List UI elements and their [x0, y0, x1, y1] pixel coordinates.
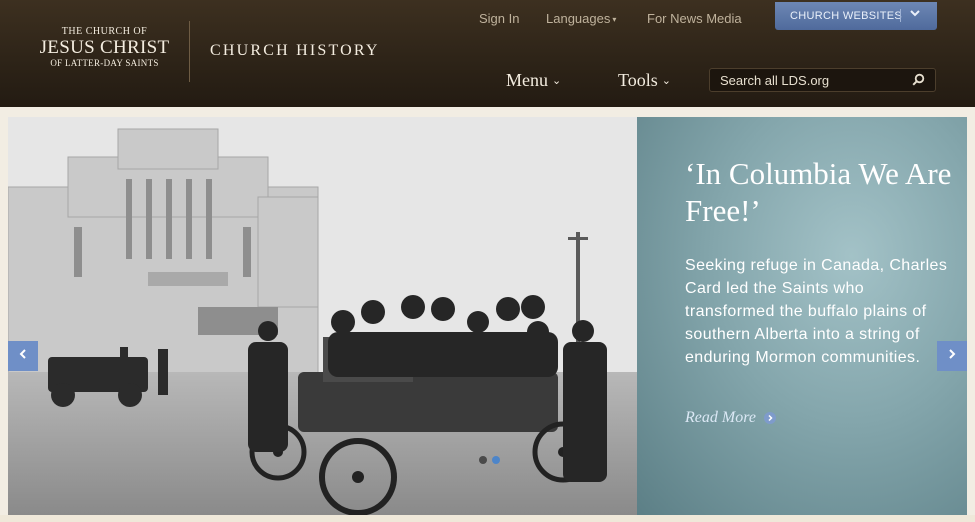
hero-photo: [8, 117, 637, 515]
chevron-down-icon: [909, 7, 921, 22]
search-input[interactable]: [710, 69, 905, 91]
chevron-right-icon: [946, 347, 958, 365]
nav-tools-label: Tools: [618, 70, 658, 90]
languages-label: Languages: [546, 11, 611, 26]
site-title[interactable]: CHURCH HISTORY: [210, 42, 380, 60]
search-icon[interactable]: [911, 73, 925, 92]
church-logo[interactable]: THE CHURCH OF JESUS CHRIST OF LATTER-DAY…: [32, 26, 177, 69]
logo-line-1: THE CHURCH OF: [61, 26, 148, 37]
caret-down-icon: ▾: [612, 15, 617, 24]
logo-divider: [189, 21, 190, 82]
search-box: [709, 68, 936, 92]
news-media-link[interactable]: For News Media: [647, 11, 742, 26]
chevron-left-icon: [17, 347, 29, 365]
historic-temple-photo: [8, 117, 637, 515]
read-more-label: Read More: [685, 409, 756, 426]
nav-tools[interactable]: Tools ⌄: [618, 70, 671, 91]
caret-down-icon: ⌄: [661, 75, 671, 87]
previous-slide-button[interactable]: [8, 341, 38, 371]
church-websites-label: CHURCH WEBSITES: [790, 10, 903, 22]
button-divider: [900, 9, 901, 22]
read-more-link[interactable]: Read More: [685, 409, 776, 427]
sign-in-link[interactable]: Sign In: [479, 11, 519, 26]
slide-dot[interactable]: [479, 456, 487, 464]
slide-dot-active[interactable]: [492, 456, 500, 464]
logo-line-2: JESUS CHRIST: [39, 37, 170, 58]
footer-strip: [0, 515, 975, 522]
chevron-right-circle-icon: [763, 412, 776, 424]
hero-panel: ‘In Columbia We Are Free!’ Seeking refug…: [637, 117, 967, 515]
nav-menu-label: Menu: [506, 70, 548, 90]
hero-title: ‘In Columbia We Are Free!’: [685, 156, 952, 228]
slide-indicators: [479, 456, 500, 464]
hero-description: Seeking refuge in Canada, Charles Card l…: [685, 257, 948, 366]
nav-menu[interactable]: Menu ⌄: [506, 70, 561, 91]
caret-down-icon: ⌄: [552, 75, 562, 87]
site-header: THE CHURCH OF JESUS CHRIST OF LATTER-DAY…: [0, 0, 975, 107]
church-websites-button[interactable]: CHURCH WEBSITES: [775, 2, 937, 30]
logo-line-3: OF LATTER-DAY SAINTS: [50, 58, 159, 68]
languages-link[interactable]: Languages ▾: [546, 11, 616, 26]
next-slide-button[interactable]: [937, 341, 967, 371]
